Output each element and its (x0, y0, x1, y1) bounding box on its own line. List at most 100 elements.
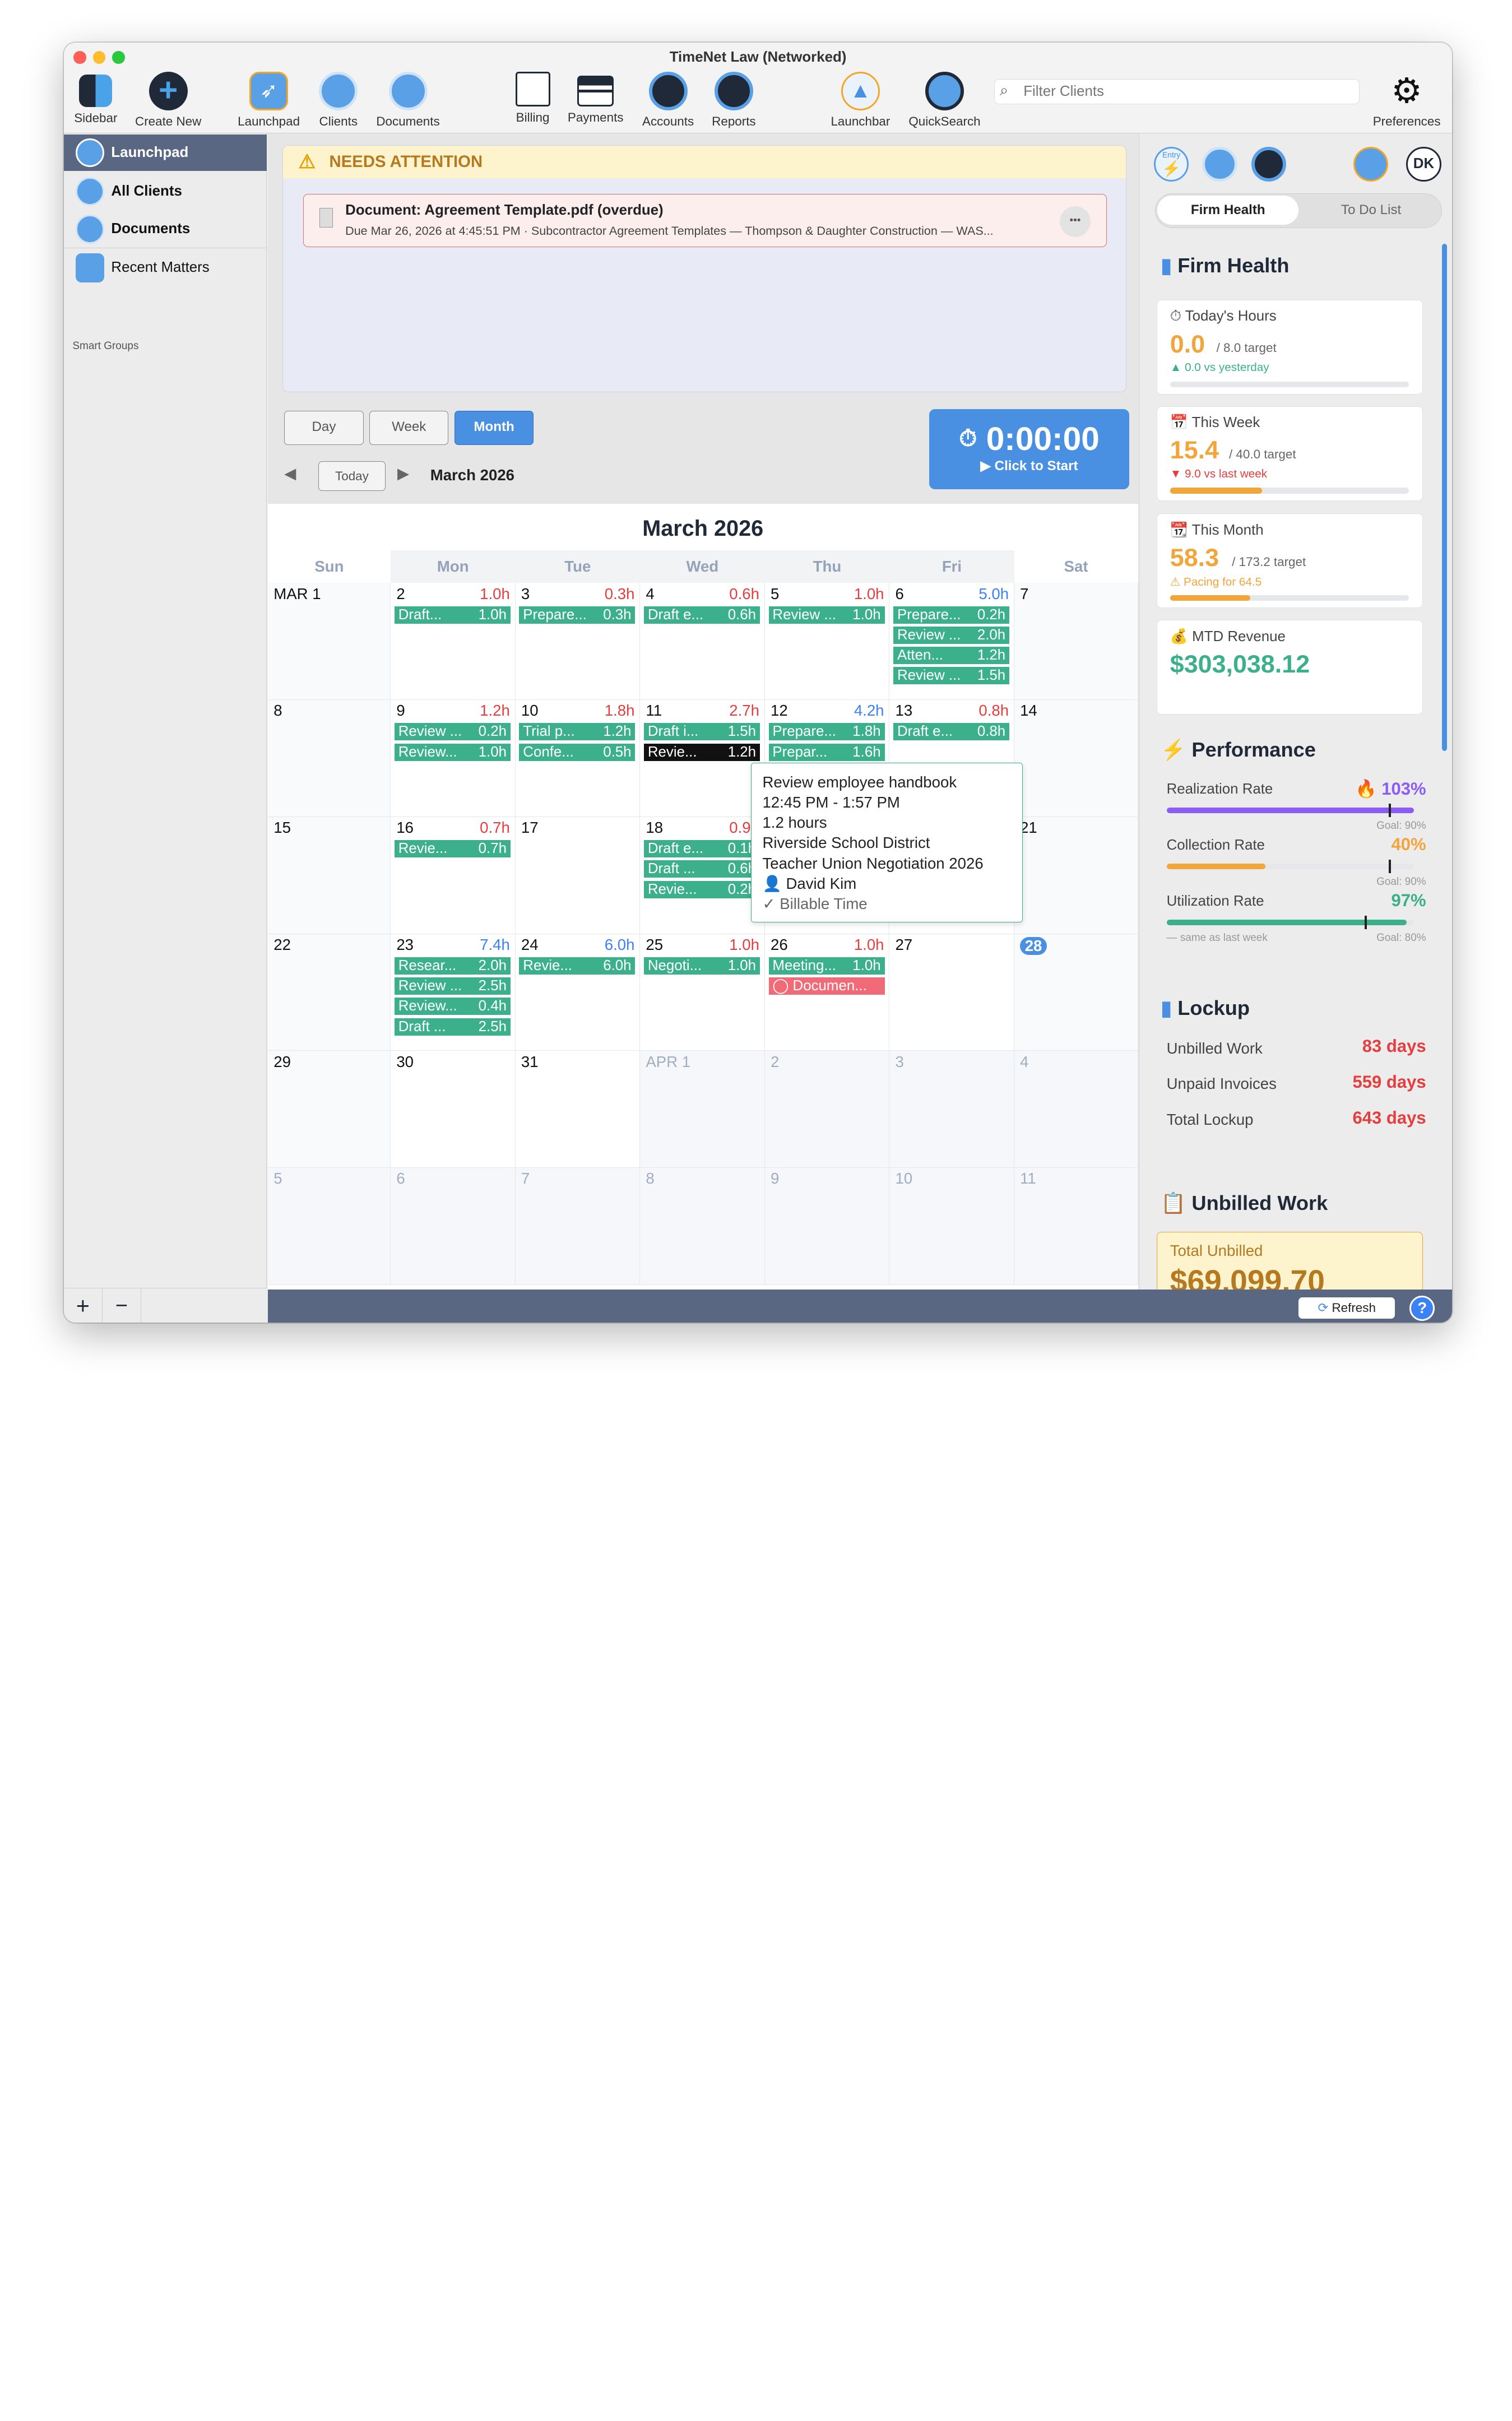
day-cell[interactable]: 22 (267, 934, 391, 1051)
remove-button[interactable]: − (103, 1288, 141, 1323)
day-view-button[interactable]: Day (284, 411, 364, 445)
help-button[interactable]: ? (1409, 1295, 1435, 1321)
next-period-button[interactable]: ▶ (397, 464, 409, 483)
day-cell[interactable]: 23 7.4h Resear... 2.0h Review ... 2.5h Review.… (390, 934, 516, 1051)
previous-period-button[interactable]: ◀ (284, 464, 296, 483)
day-cell[interactable]: 29 (267, 1051, 391, 1168)
time-entry[interactable]: Draft e... 0.1h (643, 840, 760, 858)
briefcase-icon[interactable] (1202, 147, 1237, 182)
time-entry[interactable]: Trial p... 1.2h (519, 723, 636, 741)
day-cell[interactable]: 24 6.0h Revie... 6.0h (515, 934, 641, 1051)
time-entry[interactable]: Prepare... 1.8h (768, 723, 885, 741)
day-cell[interactable]: 4 0.6h Draft e... 0.6h (640, 583, 765, 700)
time-entry[interactable]: Review... 1.0h (394, 743, 511, 761)
day-cell[interactable]: 8 (267, 700, 391, 817)
time-entry[interactable]: Review ... 0.2h (394, 723, 511, 741)
day-cell[interactable]: 8 (640, 1168, 765, 1285)
day-cell[interactable]: 5 (267, 1168, 391, 1285)
panel-scrollbar[interactable] (1442, 243, 1447, 752)
bar-chart-icon[interactable] (1251, 147, 1287, 182)
day-cell[interactable]: 2 1.0h Draft... 1.0h (390, 583, 516, 700)
clients-button[interactable]: Clients (300, 71, 377, 132)
day-cell[interactable]: 21 (1014, 817, 1138, 934)
time-entry[interactable]: Draft i... 1.5h (643, 723, 760, 741)
time-entry[interactable]: Draft ... 2.5h (394, 1018, 511, 1036)
day-cell[interactable]: APR 1 (640, 1051, 765, 1168)
time-entry[interactable]: Prepare... 0.2h (893, 606, 1010, 624)
sidebar-item-all-clients[interactable]: All Clients (64, 173, 267, 210)
day-cell[interactable]: 18 0.9h Draft e... 0.1h Draft ... 0.6h Revie..… (640, 817, 765, 934)
day-cell[interactable]: 4 (1014, 1051, 1138, 1168)
day-cell[interactable]: 11 (1014, 1168, 1138, 1285)
time-entry[interactable]: ◯ Documen... (768, 977, 885, 995)
tab-todo-list[interactable]: To Do List (1301, 196, 1442, 225)
day-cell[interactable]: 6 5.0h Prepare... 0.2h Review ... 2.0h Atten..… (889, 583, 1014, 700)
time-entry[interactable]: Meeting... 1.0h (768, 957, 885, 975)
day-cell[interactable]: 3 (889, 1051, 1014, 1168)
day-cell[interactable]: 10 1.8h Trial p... 1.2h Confe... 0.5h (515, 700, 641, 817)
quicksearch-button[interactable]: QuickSearch (906, 71, 984, 132)
today-button[interactable]: Today (318, 461, 386, 491)
sidebar-item-launchpad[interactable]: Launchpad (63, 134, 267, 171)
day-cell[interactable]: MAR 1 (267, 583, 391, 700)
time-entry[interactable]: Confe... 0.5h (519, 743, 636, 761)
reports-button[interactable]: Reports (695, 71, 772, 132)
sidebar-toggle-button[interactable]: Sidebar (64, 72, 134, 132)
time-entry[interactable]: Draft ... 0.6h (643, 860, 760, 878)
refresh-button[interactable]: ⟳ Refresh (1298, 1297, 1395, 1319)
create-new-button[interactable]: + Create New (129, 71, 207, 132)
time-entry[interactable]: Revie... 0.7h (394, 840, 511, 858)
day-cell[interactable]: 26 1.0h Meeting... 1.0h ◯ Documen... (764, 934, 890, 1051)
sidebar-item-recent-matters[interactable]: Recent Matters (64, 249, 267, 286)
day-cell[interactable]: 16 0.7h Revie... 0.7h (390, 817, 516, 934)
day-cell[interactable]: 31 (515, 1051, 641, 1168)
month-view-button[interactable]: Month (454, 411, 534, 445)
day-cell[interactable]: 7 (1014, 583, 1138, 700)
filter-clients-input[interactable] (994, 79, 1360, 105)
user-avatar[interactable]: DK (1406, 147, 1441, 182)
time-entry[interactable]: Review ... 1.5h (893, 667, 1010, 685)
day-cell[interactable]: 28 (1014, 934, 1138, 1051)
time-entry[interactable]: Prepare... 0.3h (519, 606, 636, 624)
time-entry[interactable]: Negoti... 1.0h (643, 957, 760, 975)
day-cell[interactable]: 6 (390, 1168, 516, 1285)
day-cell[interactable]: 3 0.3h Prepare... 0.3h (515, 583, 641, 700)
day-cell[interactable]: 14 (1014, 700, 1138, 817)
rocket-icon[interactable] (1353, 147, 1388, 182)
entry-icon[interactable]: Entry ⚡ (1154, 147, 1189, 182)
day-cell[interactable]: 2 (764, 1051, 890, 1168)
payments-button[interactable]: Payments (557, 72, 634, 132)
add-button[interactable]: + (64, 1288, 103, 1323)
day-cell[interactable]: 7 (515, 1168, 641, 1285)
more-options-button[interactable]: ••• (1059, 206, 1091, 237)
launchpad-button[interactable]: ➶ Launchpad (230, 71, 308, 132)
day-cell[interactable]: 11 2.7h Draft i... 1.5h Revie... 1.2h (640, 700, 765, 817)
time-entry[interactable]: Atten... 1.2h (893, 647, 1010, 665)
attention-item[interactable]: Document: Agreement Template.pdf (overdu… (303, 194, 1107, 247)
time-entry[interactable]: Review ... 2.0h (893, 626, 1010, 644)
time-entry[interactable]: Draft... 1.0h (394, 606, 511, 624)
time-entry[interactable]: Prepar... 1.6h (768, 743, 885, 761)
documents-button[interactable]: Documents (369, 71, 447, 132)
time-entry[interactable]: Draft e... 0.6h (643, 606, 760, 624)
week-view-button[interactable]: Week (369, 411, 449, 445)
tab-firm-health[interactable]: Firm Health (1157, 196, 1299, 225)
day-cell[interactable]: 9 1.2h Review ... 0.2h Review... 1.0h (390, 700, 516, 817)
day-cell[interactable]: 15 (267, 817, 391, 934)
time-entry[interactable]: Revie... 0.2h (643, 880, 760, 898)
day-cell[interactable]: 30 (390, 1051, 516, 1168)
sidebar-item-documents[interactable]: Documents (64, 211, 267, 248)
time-entry[interactable]: Draft e... 0.8h (893, 723, 1010, 741)
day-cell[interactable]: 27 (889, 934, 1014, 1051)
preferences-button[interactable]: ⚙ Preferences (1368, 72, 1445, 132)
launchbar-button[interactable]: ▲ Launchbar (822, 71, 899, 132)
time-entry[interactable]: Resear... 2.0h (394, 957, 511, 975)
time-entry[interactable]: Review ... 1.0h (768, 606, 885, 624)
time-entry[interactable]: Review ... 2.5h (394, 977, 511, 995)
day-cell[interactable]: 17 (515, 817, 641, 934)
day-cell[interactable]: 25 1.0h Negoti... 1.0h (640, 934, 765, 1051)
day-cell[interactable]: 9 (764, 1168, 890, 1285)
time-entry[interactable]: Revie... 6.0h (519, 957, 636, 975)
timer-button[interactable]: ⏱ 0:00:00 ▶ Click to Start (929, 409, 1130, 489)
time-entry[interactable]: Review... 0.4h (394, 998, 511, 1015)
